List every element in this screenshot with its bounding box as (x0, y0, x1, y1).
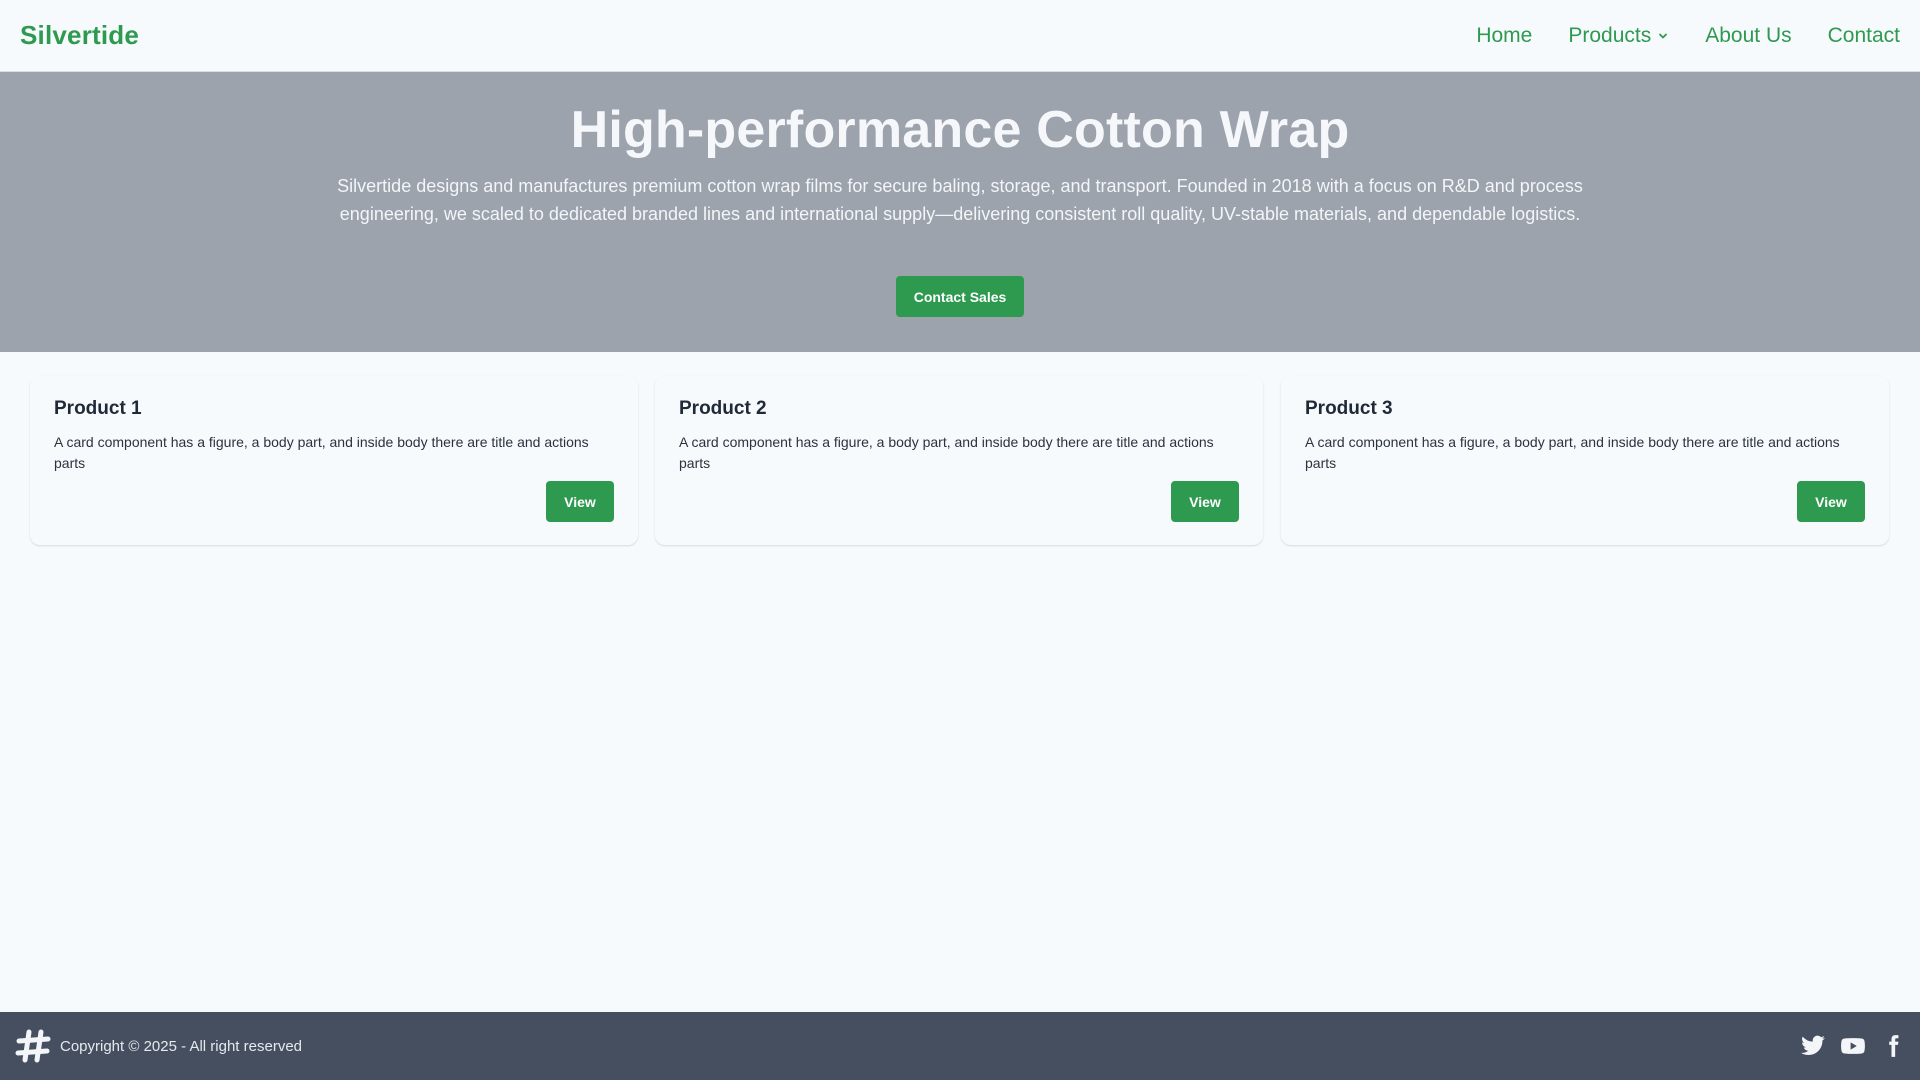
nav-link-products[interactable]: Products (1568, 24, 1669, 48)
nav-link-products-label: Products (1568, 23, 1652, 47)
product-card-title: Product 1 (54, 398, 142, 419)
nav-link-home-label: Home (1476, 23, 1533, 47)
nav-link-contact[interactable]: Contact (1828, 24, 1900, 48)
facebook-icon[interactable] (1880, 1033, 1906, 1059)
twitter-icon[interactable] (1800, 1033, 1826, 1059)
product-card-description: A card component has a figure, a body pa… (679, 434, 1214, 471)
social-links (1786, 1033, 1906, 1059)
navbar: Silvertide Home Products About Us Contac… (0, 0, 1920, 72)
nav-link-about-us-label: About Us (1705, 23, 1792, 47)
brand-logo-text[interactable]: Silvertide (20, 20, 139, 51)
chevron-down-icon (1659, 33, 1668, 38)
product-card-description: A card component has a figure, a body pa… (54, 434, 589, 471)
view-product-2-button[interactable]: View (1171, 481, 1239, 522)
product-card-2: Product 2 A card component has a figure,… (655, 376, 1263, 545)
nav-link-contact-label: Contact (1827, 23, 1900, 47)
hero-description: Silvertide designs and manufactures prem… (337, 176, 1583, 224)
copyright-text: Copyright © 2025 - All right reserved (60, 1037, 302, 1055)
footer-left: Copyright © 2025 - All right reserved (14, 1027, 302, 1065)
hero-section: High-performance Cotton Wrap Silvertide … (0, 72, 1920, 352)
nav-link-about-us[interactable]: About Us (1705, 24, 1791, 48)
nav-link-home[interactable]: Home (1476, 24, 1532, 48)
page: Silvertide Home Products About Us Contac… (0, 0, 1920, 1080)
view-product-3-button[interactable]: View (1797, 481, 1865, 522)
product-card-1: Product 1 A card component has a figure,… (30, 376, 638, 545)
nav-links: Home Products About Us Contact (1476, 24, 1900, 48)
youtube-icon[interactable] (1840, 1033, 1866, 1059)
view-product-1-button[interactable]: View (546, 481, 614, 522)
hero-title: High-performance Cotton Wrap (570, 101, 1350, 159)
product-card-title: Product 3 (1305, 398, 1393, 419)
footer: Copyright © 2025 - All right reserved (0, 1012, 1920, 1080)
product-card-3: Product 3 A card component has a figure,… (1281, 376, 1889, 545)
product-card-description: A card component has a figure, a body pa… (1305, 434, 1840, 471)
product-card-title: Product 2 (679, 398, 767, 419)
hashtag-logo-icon (15, 1029, 51, 1063)
contact-sales-button[interactable]: Contact Sales (896, 276, 1024, 317)
